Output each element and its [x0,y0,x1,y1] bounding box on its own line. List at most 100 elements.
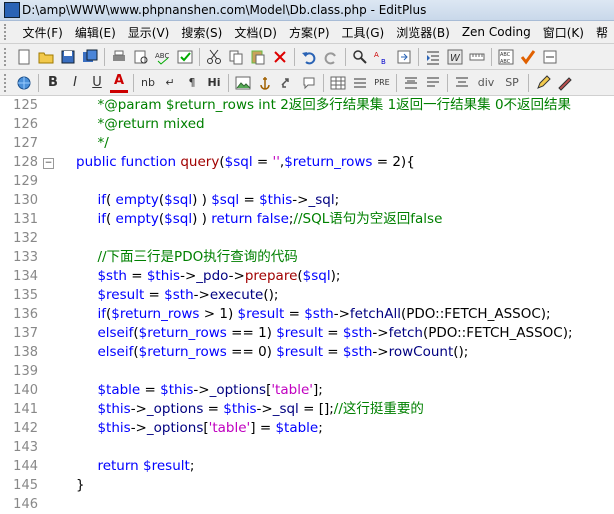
menu-item-7[interactable]: 浏览器(B) [390,24,456,41]
code-token: -> [292,192,309,208]
center-icon[interactable] [453,74,471,92]
code-line[interactable]: 140 $table = $this->_options['table']; [0,381,614,400]
menu-item-5[interactable]: 方案(P) [283,24,336,41]
toolbar-separator [447,73,448,92]
save-icon[interactable] [59,48,77,66]
code-line[interactable]: 144 return $result; [0,457,614,476]
print-preview-icon[interactable] [132,48,150,66]
menu-item-2[interactable]: 显示(V) [122,24,176,41]
image-icon[interactable] [234,74,252,92]
indent-icon[interactable] [424,48,442,66]
style-icon[interactable] [556,74,574,92]
underline-icon[interactable]: U [88,74,106,92]
code-line[interactable]: 135 $result = $sth->execute(); [0,286,614,305]
globe-icon[interactable] [15,74,33,92]
pre-icon[interactable]: PRE [373,74,391,92]
code-line[interactable]: 128− public function query($sql = '',$ret… [0,153,614,172]
code-text: $this->_options = $this->_sql = [];//这行挺… [76,400,423,419]
line-number: 140 [13,383,38,398]
code-token: (PDO::FETCH_ASSOC); [400,306,551,322]
spellcheck-icon[interactable]: ABC [154,48,172,66]
anchor-icon[interactable] [256,74,274,92]
menu-item-4[interactable]: 文档(D) [228,24,283,41]
code-line[interactable]: 126 *@return mixed [0,115,614,134]
code-line[interactable]: 141 $this->_options = $this->_sql = [];/… [0,400,614,419]
menu-grip[interactable] [4,24,13,40]
code-line[interactable]: 130 if( empty($sql) ) $sql = $this->_sql… [0,191,614,210]
code-line[interactable]: 145} [0,476,614,495]
browser-preview-icon[interactable] [176,48,194,66]
check-icon[interactable] [519,48,537,66]
font-color-icon[interactable]: A [110,72,128,93]
word-wrap-icon[interactable]: W [446,48,464,66]
code-line[interactable]: 143 [0,438,614,457]
code-token: $return_rows [284,154,373,170]
code-line[interactable]: 127 */ [0,134,614,153]
paragraph-icon[interactable]: ¶ [183,74,201,92]
save-all-icon[interactable] [81,48,99,66]
menu-item-9[interactable]: 窗口(K) [537,24,590,41]
menu-item-10[interactable]: 帮 [590,24,614,41]
code-line[interactable]: 146 [0,495,614,514]
code-line[interactable]: 129 [0,172,614,191]
menu-item-1[interactable]: 编辑(E) [69,24,122,41]
replace-icon[interactable]: AB [373,48,391,66]
code-token: = [252,154,273,170]
toolbar-grip[interactable] [4,47,10,66]
wrap-icon[interactable] [424,74,442,92]
nbsp-icon[interactable]: nb [139,74,157,92]
italic-icon[interactable]: I [66,74,84,92]
code-line[interactable]: 138 elseif($return_rows == 0) $result = … [0,343,614,362]
code-line[interactable]: 136 if($return_rows > 1) $result = $sth-… [0,305,614,324]
code-line[interactable]: 134 $sth = $this->_pdo->prepare($sql); [0,267,614,286]
table-icon[interactable] [329,74,347,92]
code-line[interactable]: 132 [0,229,614,248]
toggle-icon[interactable] [541,48,559,66]
code-editor[interactable]: 125 *@param $return_rows int 2返回多行结果集 1返… [0,96,614,512]
fold-toggle-icon[interactable]: − [43,158,54,169]
code-line[interactable]: 125 *@param $return_rows int 2返回多行结果集 1返… [0,96,614,115]
code-line[interactable]: 133 //下面三行是PDO执行查询的代码 [0,248,614,267]
code-token: $sql [302,268,331,284]
code-line[interactable]: 142 $this->_options['table'] = $table; [0,419,614,438]
code-line[interactable]: 131 if( empty($sql) ) return false;//SQL… [0,210,614,229]
list-icon[interactable] [351,74,369,92]
new-file-icon[interactable] [15,48,33,66]
undo-icon[interactable] [300,48,318,66]
toolbar-grip[interactable] [4,73,10,92]
code-line[interactable]: 139 [0,362,614,381]
heading-icon[interactable]: Hi [205,74,223,92]
redo-icon[interactable] [322,48,340,66]
br-icon[interactable]: ↵ [161,74,179,92]
print-icon[interactable] [110,48,128,66]
code-token: _pdo [196,268,229,284]
code-line[interactable]: 137 elseif($return_rows == 1) $result = … [0,324,614,343]
code-token: _sql [308,192,335,208]
comment-icon[interactable] [300,74,318,92]
cut-icon[interactable] [205,48,223,66]
bold-icon[interactable]: B [44,74,62,92]
code-text: $sth = $this->_pdo->prepare($sql); [76,267,340,286]
code-token: ) ) [192,192,212,208]
paste-icon[interactable] [249,48,267,66]
ruler-icon[interactable] [468,48,486,66]
menu-item-0[interactable]: 文件(F) [17,24,69,41]
column-select-icon[interactable]: ABC ABC [497,48,515,66]
editplus-app-icon [4,2,20,18]
open-file-icon[interactable] [37,48,55,66]
goto-icon[interactable] [395,48,413,66]
quote-icon[interactable] [402,74,420,92]
code-token: = [284,306,305,322]
code-token: $sql [164,192,193,208]
div-icon[interactable]: div [475,74,497,92]
span-icon[interactable]: SP [501,74,523,92]
copy-icon[interactable] [227,48,245,66]
menu-item-3[interactable]: 搜索(S) [175,24,228,41]
menu-item-6[interactable]: 工具(G) [336,24,391,41]
code-token: if [76,192,106,208]
delete-icon[interactable] [271,48,289,66]
menu-item-8[interactable]: Zen Coding [456,25,537,39]
link-icon[interactable] [278,74,296,92]
find-icon[interactable] [351,48,369,66]
edit-icon[interactable] [534,74,552,92]
